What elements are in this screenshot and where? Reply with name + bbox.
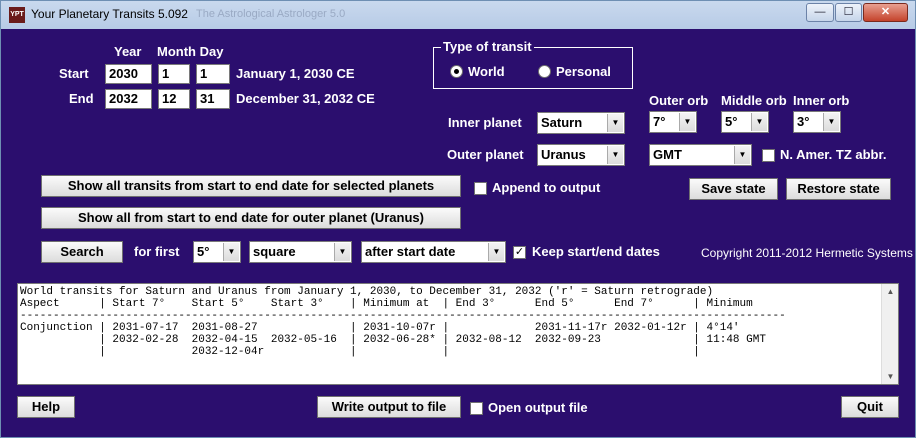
inner-orb-dropdown[interactable]: 3° ▼ [793,111,841,133]
start-day-input[interactable]: 1 [196,64,230,84]
middle-orb-label: Middle orb [721,93,787,108]
minimize-button[interactable]: — [806,3,834,22]
personal-radio[interactable] [538,65,551,78]
outer-planet-dropdown[interactable]: Uranus ▼ [537,144,625,166]
inner-orb-value: 3° [797,114,810,129]
end-day-input[interactable]: 31 [196,89,230,109]
open-output-label: Open output file [488,400,588,415]
search-when-dropdown[interactable]: after start date ▼ [361,241,506,263]
append-output-label: Append to output [492,180,601,195]
inner-planet-value: Saturn [541,115,583,130]
chevron-down-icon: ▼ [607,146,623,164]
transit-type-title: Type of transit [441,39,534,54]
inner-orb-label: Inner orb [793,93,850,108]
outer-planet-value: Uranus [541,147,586,162]
world-radio[interactable] [450,65,463,78]
background-window-title: The Astrological Astrologer 5.0 [196,8,346,20]
restore-state-button[interactable]: Restore state [786,178,891,200]
quit-button[interactable]: Quit [841,396,899,418]
output-line: | 2032-02-28 2032-04-15 2032-05-16 | 203… [20,334,766,346]
search-orb-value: 5° [197,244,210,259]
output-line: | 2032-12-04r | | | [20,346,700,358]
chevron-down-icon: ▼ [734,146,750,164]
help-button[interactable]: Help [17,396,75,418]
tz-abbr-label: N. Amer. TZ abbr. [780,147,887,162]
chevron-down-icon: ▼ [751,113,767,131]
chevron-down-icon: ▼ [334,243,350,261]
keep-dates-label: Keep start/end dates [532,244,660,259]
middle-orb-dropdown[interactable]: 5° ▼ [721,111,769,133]
search-button[interactable]: Search [41,241,123,263]
chevron-down-icon: ▼ [679,113,695,131]
output-line: Aspect | Start 7° Start 5° Start 3° | Mi… [20,298,753,310]
start-month-input[interactable]: 1 [158,64,190,84]
timezone-value: GMT [653,147,682,162]
app-logo-icon: YPT [9,7,25,23]
vertical-scrollbar[interactable]: ▲ ▼ [881,284,898,384]
close-button[interactable]: ✕ [863,3,908,22]
timezone-dropdown[interactable]: GMT ▼ [649,144,752,166]
output-content: World transits for Saturn and Uranus fro… [20,286,786,358]
keep-dates-checkbox[interactable]: ✓ [513,246,526,259]
append-output-checkbox[interactable] [474,182,487,195]
outer-orb-value: 7° [653,114,666,129]
end-year-input[interactable]: 2032 [105,89,152,109]
chevron-down-icon: ▼ [488,243,504,261]
tz-abbr-checkbox[interactable] [762,149,775,162]
inner-planet-dropdown[interactable]: Saturn ▼ [537,112,625,134]
aspect-dropdown[interactable]: square ▼ [249,241,352,263]
year-header: Year [114,44,142,59]
personal-radio-label: Personal [556,64,611,79]
chevron-down-icon: ▼ [223,243,239,261]
outer-orb-label: Outer orb [649,93,709,108]
chevron-down-icon: ▼ [607,114,623,132]
output-textarea[interactable]: World transits for Saturn and Uranus fro… [17,283,899,385]
output-line: Conjunction | 2031-07-17 2031-08-27 | 20… [20,322,740,334]
show-all-outer-button[interactable]: Show all from start to end date for oute… [41,207,461,229]
window-title: Your Planetary Transits 5.092 [31,7,188,21]
search-orb-dropdown[interactable]: 5° ▼ [193,241,241,263]
copyright-text: Copyright 2011-2012 Hermetic Systems [701,246,913,260]
world-radio-label: World [468,64,505,79]
app-window: YPT Your Planetary Transits 5.092 The As… [0,0,916,438]
aspect-value: square [253,244,296,259]
title-bar[interactable]: YPT Your Planetary Transits 5.092 The As… [1,1,915,29]
output-line: World transits for Saturn and Uranus fro… [20,286,714,298]
middle-orb-value: 5° [725,114,738,129]
save-state-button[interactable]: Save state [689,178,778,200]
month-day-header: Month Day [157,44,224,59]
maximize-button[interactable]: ☐ [835,3,862,22]
end-month-input[interactable]: 12 [158,89,190,109]
start-label: Start [59,66,89,81]
inner-planet-label: Inner planet [448,115,522,130]
outer-orb-dropdown[interactable]: 7° ▼ [649,111,697,133]
end-label: End [69,91,94,106]
write-output-button[interactable]: Write output to file [317,396,461,418]
outer-planet-label: Outer planet [447,147,524,162]
scroll-down-icon[interactable]: ▼ [883,369,898,384]
search-when-value: after start date [365,244,456,259]
scroll-up-icon[interactable]: ▲ [883,284,898,299]
end-date-display: December 31, 2032 CE [236,91,375,106]
start-year-input[interactable]: 2030 [105,64,152,84]
show-all-selected-button[interactable]: Show all transits from start to end date… [41,175,461,197]
start-date-display: January 1, 2030 CE [236,66,355,81]
chevron-down-icon: ▼ [823,113,839,131]
open-output-checkbox[interactable] [470,402,483,415]
for-first-label: for first [134,244,180,259]
output-line: ----------------------------------------… [20,310,786,322]
